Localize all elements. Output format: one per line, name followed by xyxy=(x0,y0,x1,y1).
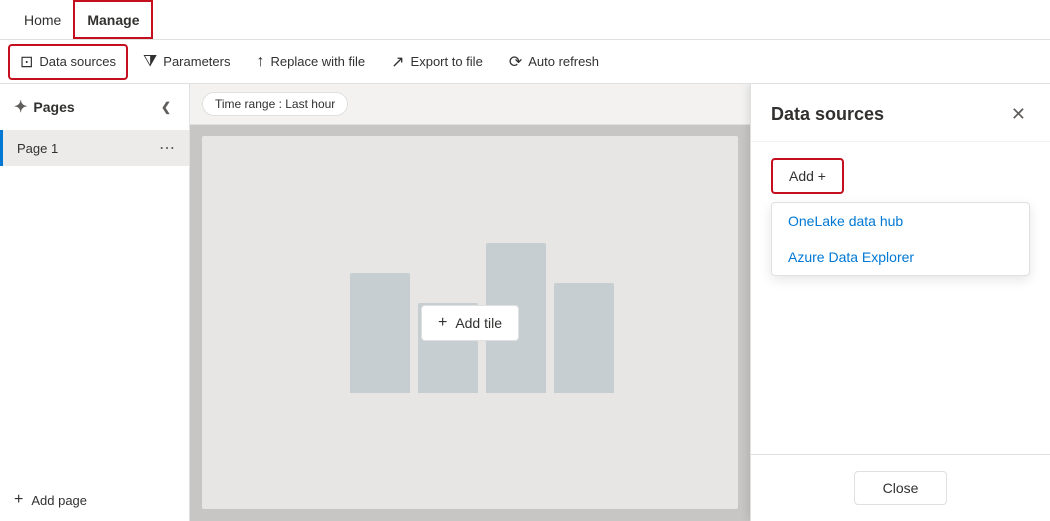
collapse-sidebar-button[interactable] xyxy=(157,96,175,118)
auto-refresh-label: Auto refresh xyxy=(528,54,599,69)
sidebar-title: Pages xyxy=(33,99,74,115)
panel-footer: Close xyxy=(751,454,1050,521)
add-page-icon xyxy=(14,491,23,509)
data-sources-label: Data sources xyxy=(39,54,116,69)
filter-icon xyxy=(143,53,157,71)
nav-item-manage[interactable]: Manage xyxy=(73,0,153,39)
time-range-label: Time range : Last hour xyxy=(215,97,335,111)
replace-with-file-label: Replace with file xyxy=(270,54,365,69)
adx-label: Azure Data Explorer xyxy=(788,249,914,265)
close-panel-button[interactable]: Close xyxy=(854,471,948,505)
canvas-area: Time range : Last hour Add tile xyxy=(190,84,750,521)
refresh-icon xyxy=(509,52,522,72)
sidebar-header: Pages xyxy=(0,84,189,130)
add-page-button[interactable]: Add page xyxy=(0,479,189,521)
page-more-button[interactable] xyxy=(159,138,175,158)
toolbar-parameters[interactable]: Parameters xyxy=(132,46,241,78)
toolbar-data-sources[interactable]: Data sources xyxy=(8,44,128,80)
chart-bar-4 xyxy=(554,283,614,393)
sidebar: Pages Page 1 Add page xyxy=(0,84,190,521)
toolbar: Data sources Parameters Replace with fil… xyxy=(0,40,1050,84)
replace-icon xyxy=(256,53,264,71)
toolbar-auto-refresh[interactable]: Auto refresh xyxy=(498,45,610,79)
chart-bar-1 xyxy=(350,273,410,393)
time-range-badge[interactable]: Time range : Last hour xyxy=(202,92,348,116)
onelake-data-hub-option[interactable]: OneLake data hub xyxy=(772,203,1029,239)
panel-body: Add + OneLake data hub Azure Data Explor… xyxy=(751,142,1050,454)
export-to-file-label: Export to file xyxy=(411,54,483,69)
data-sources-panel: Data sources Add + OneLake data hub Azur… xyxy=(750,84,1050,521)
add-data-source-button[interactable]: Add + xyxy=(771,158,844,194)
add-label: Add + xyxy=(789,168,826,184)
canvas-inner: Add tile xyxy=(202,136,738,509)
page-item-label: Page 1 xyxy=(17,141,58,156)
panel-close-button[interactable] xyxy=(1007,100,1030,129)
main-area: Pages Page 1 Add page Time range : Last … xyxy=(0,84,1050,521)
add-tile-button[interactable]: Add tile xyxy=(421,305,519,341)
add-tile-icon xyxy=(438,314,447,332)
page-item-page1[interactable]: Page 1 xyxy=(0,130,189,166)
panel-title: Data sources xyxy=(771,104,884,125)
parameters-label: Parameters xyxy=(163,54,230,69)
toolbar-replace-with-file[interactable]: Replace with file xyxy=(245,46,376,78)
add-page-label: Add page xyxy=(31,493,87,508)
panel-header: Data sources xyxy=(751,84,1050,142)
add-dropdown-menu: OneLake data hub Azure Data Explorer xyxy=(771,202,1030,276)
top-navigation: Home Manage xyxy=(0,0,1050,40)
export-icon xyxy=(391,52,404,72)
add-tile-label: Add tile xyxy=(455,315,502,331)
close-panel-label: Close xyxy=(883,480,919,496)
datasource-icon xyxy=(20,52,33,72)
nav-item-home[interactable]: Home xyxy=(12,0,73,39)
onelake-label: OneLake data hub xyxy=(788,213,903,229)
time-range-bar: Time range : Last hour xyxy=(190,84,750,125)
pages-icon xyxy=(14,97,27,117)
toolbar-export-to-file[interactable]: Export to file xyxy=(380,45,494,79)
azure-data-explorer-option[interactable]: Azure Data Explorer xyxy=(772,239,1029,275)
